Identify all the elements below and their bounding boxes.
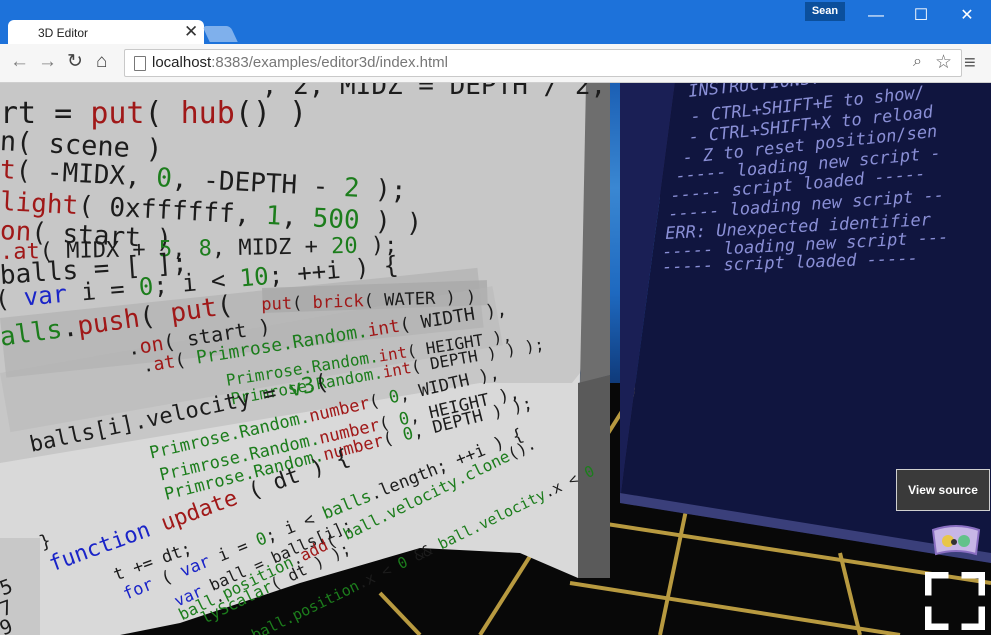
- bookmark-star-icon[interactable]: ☆: [935, 51, 952, 74]
- code-token: 10: [238, 262, 270, 293]
- page-icon: [134, 56, 146, 71]
- code-token: put: [261, 293, 293, 315]
- code-token: var: [22, 279, 69, 312]
- close-window-button[interactable]: ✕: [944, 4, 990, 28]
- code-token: hub: [180, 96, 235, 131]
- code-token: 0: [155, 163, 173, 194]
- code-token: 8: [198, 236, 213, 262]
- url-text[interactable]: localhost:8383/examples/editor3d/index.h…: [152, 54, 448, 71]
- code-token: ,: [280, 201, 314, 234]
- code-editor-panel[interactable]: ' , 2, MIDZ = DEPTH / 2,rt = put( hub() …: [0, 83, 610, 635]
- zoom-icon[interactable]: ⌕: [913, 53, 922, 71]
- webgl-viewport[interactable]: ' , 2, MIDZ = DEPTH / 2,rt = put( hub() …: [0, 83, 991, 635]
- code-token: (: [291, 293, 313, 314]
- forward-icon[interactable]: →: [38, 52, 57, 72]
- minimize-button[interactable]: —: [853, 4, 899, 28]
- fullscreen-icon[interactable]: [925, 572, 985, 630]
- profile-badge[interactable]: Sean: [805, 2, 845, 21]
- browser-toolbar: ← → ↻ ⌂ localhost:8383/examples/editor3d…: [0, 44, 991, 83]
- code-token: );: [358, 173, 408, 207]
- code-token: (: [0, 284, 11, 314]
- code-token: 500: [311, 203, 361, 236]
- back-icon[interactable]: ←: [10, 52, 29, 72]
- menu-icon[interactable]: ≡: [964, 52, 976, 75]
- tab-3d-editor[interactable]: 3D Editor ✕: [8, 20, 204, 46]
- code-token: () ): [234, 96, 308, 131]
- url-host: localhost: [152, 54, 212, 71]
- reload-icon[interactable]: ↻: [67, 52, 83, 72]
- url-path: :8383/examples/editor3d/index.html: [211, 54, 449, 71]
- vr-goggles-icon[interactable]: [930, 524, 982, 558]
- view-source-button[interactable]: View source: [896, 469, 990, 511]
- code-token: (: [144, 96, 181, 131]
- code-token: brick: [312, 291, 365, 314]
- new-tab-button[interactable]: [202, 26, 238, 42]
- home-icon[interactable]: ⌂: [96, 52, 107, 72]
- code-line[interactable]: rt = put( hub() ): [0, 96, 307, 131]
- tab-title: 3D Editor: [38, 26, 89, 40]
- address-bar[interactable]: localhost:8383/examples/editor3d/index.h…: [124, 49, 962, 77]
- code-token: put: [90, 96, 145, 131]
- code-token: (: [137, 299, 173, 334]
- code-token: 2: [343, 173, 361, 204]
- code-token: 1: [264, 200, 283, 232]
- title-bar: Sean — ☐ ✕ 3D Editor ✕: [0, 0, 991, 46]
- code-token: t: [0, 155, 17, 186]
- tab-close-icon[interactable]: ✕: [184, 22, 198, 42]
- maximize-button[interactable]: ☐: [898, 4, 944, 28]
